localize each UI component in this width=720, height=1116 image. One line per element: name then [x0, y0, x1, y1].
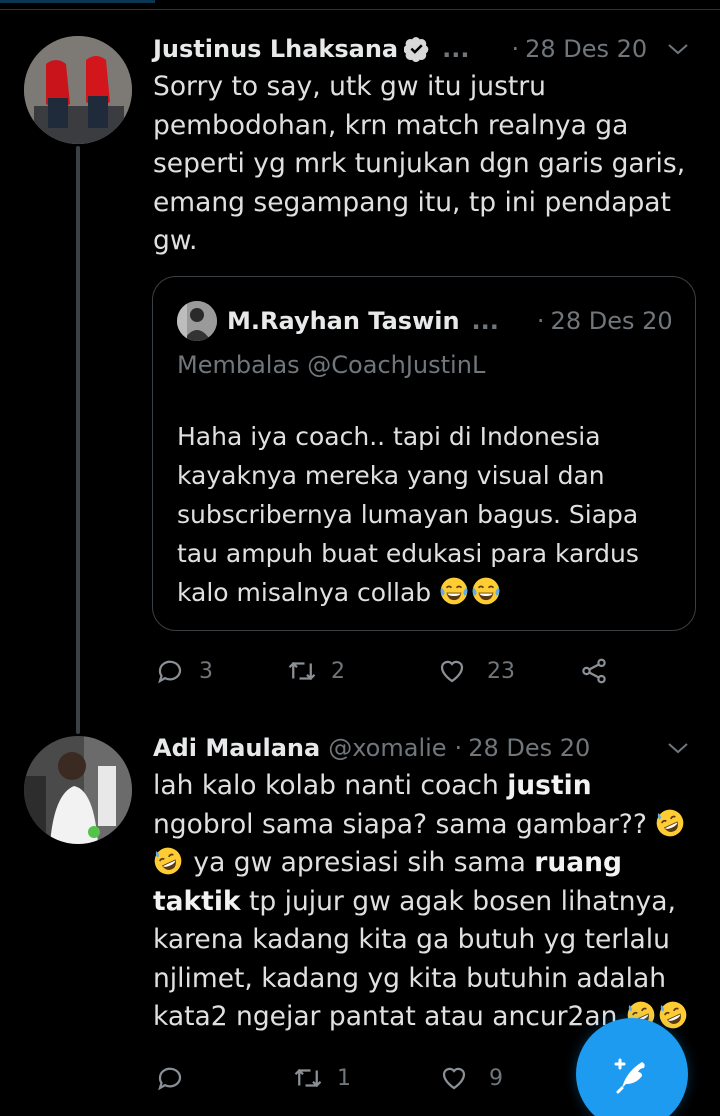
retweet-count: 2	[331, 658, 345, 684]
tweet-text-part: lah kalo kolab nanti coach	[153, 770, 508, 801]
author-handle[interactable]: @xomalie	[328, 734, 446, 762]
quote-author-name[interactable]: M.Rayhan Taswin	[227, 307, 460, 335]
like-icon	[440, 660, 464, 683]
retweet-icon	[288, 661, 316, 681]
retweet-count: 1	[337, 1065, 351, 1091]
rofl-emoji-icon	[659, 1001, 687, 1029]
quote-reply-context[interactable]: Membalas @CoachJustinL	[177, 351, 485, 379]
bold-mention: justin	[507, 770, 592, 801]
tweet-header: Adi Maulana @xomalie · 28 Des 20	[153, 728, 690, 768]
avatar-adi[interactable]	[24, 736, 132, 844]
avatar-justinus[interactable]	[24, 36, 132, 144]
tweet-date[interactable]: 28 Des 20	[525, 35, 647, 63]
tweet-header: Justinus Lhaksana ... · 28 Des 20	[153, 29, 690, 69]
like-button[interactable]: 9	[439, 1058, 503, 1098]
separator-dot: ·	[511, 35, 520, 63]
tweet-date[interactable]: 28 Des 20	[468, 734, 590, 762]
tweet-text-part: ngobrol sama siapa? sama gambar??	[153, 808, 656, 840]
reply-icon	[158, 1067, 182, 1091]
reply-count: 3	[199, 658, 213, 684]
chevron-down-icon[interactable]	[666, 37, 690, 61]
reply-button[interactable]: 3	[155, 651, 213, 691]
thread-line	[76, 146, 80, 734]
like-icon	[442, 1067, 466, 1090]
top-accent-bar	[0, 0, 155, 3]
name-truncation: ...	[442, 35, 470, 63]
quoted-tweet[interactable]: M.Rayhan Taswin ... · 28 Des 20 Membalas…	[152, 276, 696, 631]
retweet-icon	[294, 1068, 322, 1088]
share-button[interactable]	[579, 651, 609, 691]
separator-dot: ·	[454, 734, 463, 762]
like-count: 23	[487, 658, 515, 684]
tweet-text: lah kalo kolab nanti coach justin ngobro…	[153, 767, 696, 1037]
tweet-text-part: ya gw apresiasi sih sama	[185, 847, 535, 878]
reply-icon	[158, 660, 182, 684]
rofl-emoji-icon	[657, 809, 684, 836]
verified-badge-icon	[404, 36, 430, 62]
quote-text-body: Haha iya coach.. tapi di Indonesia kayak…	[177, 422, 639, 607]
retweet-button[interactable]: 1	[293, 1058, 351, 1098]
tears-of-joy-emoji-icon	[440, 577, 468, 605]
rofl-emoji-icon	[154, 847, 182, 875]
tears-of-joy-emoji-icon	[472, 577, 500, 605]
tweet-actions: 3 2 23	[155, 651, 696, 691]
chevron-down-icon[interactable]	[666, 736, 690, 760]
quote-name-truncation: ...	[471, 307, 499, 335]
like-button[interactable]: 23	[437, 651, 515, 691]
author-name[interactable]: Adi Maulana	[153, 734, 320, 762]
top-divider	[0, 0, 720, 10]
share-icon	[582, 658, 606, 684]
avatar-rayhan	[177, 301, 217, 341]
quote-header: M.Rayhan Taswin ... · 28 Des 20	[227, 301, 673, 341]
author-name[interactable]: Justinus Lhaksana	[153, 35, 398, 63]
like-count: 9	[489, 1065, 503, 1091]
reply-button[interactable]	[155, 1058, 199, 1098]
quote-date[interactable]: 28 Des 20	[551, 307, 673, 335]
quote-separator-dot: ·	[536, 307, 545, 335]
compose-tweet-icon	[614, 1058, 645, 1094]
retweet-button[interactable]: 2	[287, 651, 345, 691]
quote-text: Haha iya coach.. tapi di Indonesia kayak…	[177, 417, 675, 612]
tweet-text: Sorry to say, utk gw itu justru pembodoh…	[153, 71, 686, 256]
